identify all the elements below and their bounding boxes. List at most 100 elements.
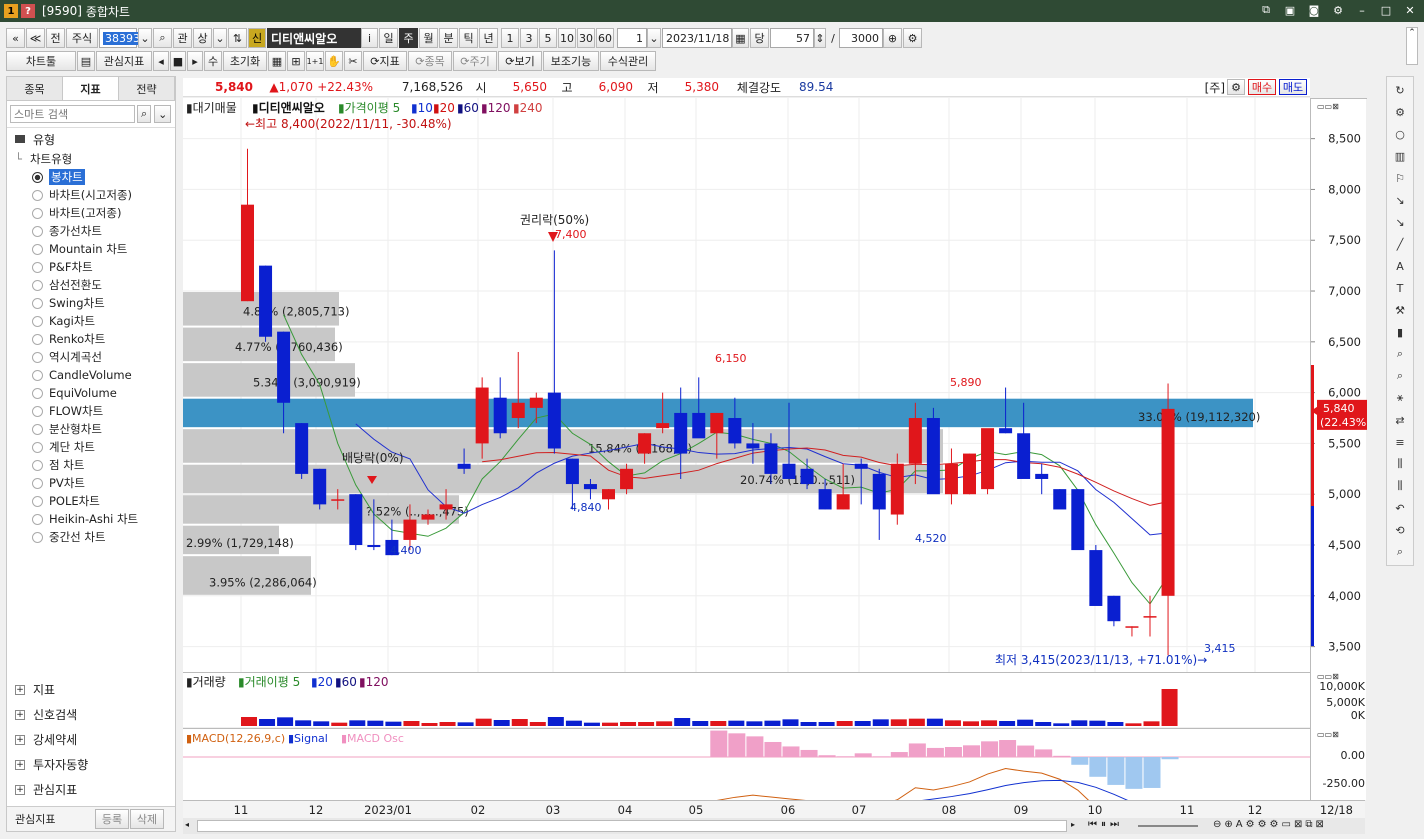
chart-type-item[interactable]: 봉차트 [7,168,175,186]
chart-type-item[interactable]: Swing차트 [7,294,175,312]
candle[interactable] [926,407,940,495]
group-item[interactable]: + 강세약세 [7,727,175,752]
drawing-tool-icon[interactable]: ⚐ [1391,169,1409,187]
gwan-button[interactable]: 관 [173,28,192,48]
grid-icon[interactable]: ▦ [268,51,286,71]
jongmok-button[interactable]: ⟳ 종목 [408,51,452,71]
drawing-tool-icon[interactable]: ⫼ [1391,455,1409,473]
help-icon[interactable]: ? [21,4,35,18]
sang-button[interactable]: 상 [193,28,212,48]
link-icon[interactable]: ⧉ [1258,2,1274,18]
num-60[interactable]: 60 [596,28,614,48]
radio-icon[interactable] [32,405,43,417]
candle[interactable] [313,468,327,510]
next-arrow-icon[interactable]: ▸ [187,51,203,71]
dang-button[interactable]: 당 [750,28,769,48]
drawing-tool-icon[interactable]: ⌕ [1391,345,1409,363]
candle[interactable] [1107,595,1121,627]
period-week[interactable]: 주 [399,28,418,48]
zoom-icon[interactable]: ⊕ [883,28,902,48]
volume-chart[interactable]: ▮거래량 ▮거래이평 5 ▮20 ▮60 ▮120 [183,672,1310,727]
save-icon[interactable]: ▣ [1282,2,1298,18]
period-day[interactable]: 일 [379,28,398,48]
drawing-tool-icon[interactable]: A [1391,257,1409,275]
drawing-tool-icon[interactable]: ↘ [1391,213,1409,231]
chart-type-item[interactable]: 종가선차트 [7,222,175,240]
market-select[interactable]: 주식 [66,28,98,48]
chart-type-item[interactable]: 역시계곡선 [7,348,175,366]
group-item[interactable]: + 지표 [7,677,175,702]
layout-icon[interactable]: ⊞ [287,51,305,71]
bogi-button[interactable]: ⟳ 보기 [498,51,542,71]
group-type[interactable]: 유형 [7,128,175,150]
gear-icon[interactable]: ⚙ [1330,2,1346,18]
playback-controls[interactable]: ⏮⏸⏭ [1088,819,1123,830]
scroll-thumb[interactable] [197,820,1067,832]
drawing-tool-icon[interactable]: ▥ [1391,147,1409,165]
search-icon[interactable]: ⌕ [137,105,152,123]
chart-type-item[interactable]: 분산형차트 [7,420,175,438]
drawing-tool-icon[interactable]: ⌕ [1391,543,1409,561]
candle[interactable] [1089,545,1103,606]
hand-icon[interactable]: ✋ [325,51,343,71]
num-3[interactable]: 3 [520,28,538,48]
drawing-tool-icon[interactable]: T [1391,279,1409,297]
camera-icon[interactable]: ◙ [1306,2,1322,18]
drawing-tool-icon[interactable]: ⌕ [1391,367,1409,385]
zoom-slider[interactable] [1138,825,1198,827]
expand-icon[interactable]: + [15,759,25,770]
radio-icon[interactable] [32,315,43,327]
chart-type-item[interactable]: EquiVolume [7,384,175,402]
drawing-tool-icon[interactable]: ↶ [1391,499,1409,517]
period-tick[interactable]: 틱 [459,28,478,48]
settings-icon[interactable]: ⚙ [903,28,922,48]
chevron-down-icon[interactable]: ⌄ [213,28,227,48]
num-10[interactable]: 10 [558,28,576,48]
radio-icon[interactable] [32,477,43,489]
candle[interactable] [602,489,615,510]
chart-type-item[interactable]: PV차트 [7,474,175,492]
chart-type-item[interactable]: 바차트(고저종) [7,204,175,222]
chart-type-item[interactable]: Kagi차트 [7,312,175,330]
drawing-tool-icon[interactable]: ⇄ [1391,411,1409,429]
group-item[interactable]: + 신호검색 [7,702,175,727]
chevron-down-icon[interactable]: ⌄ [138,28,152,48]
tab-jipyo[interactable]: 지표 [63,77,119,100]
date-input[interactable]: 2023/11/18 [662,28,732,48]
gwansim-button[interactable]: 관심지표 [96,51,152,71]
radio-icon[interactable] [32,351,43,363]
radio-icon[interactable] [32,441,43,453]
chart-tool-button[interactable]: 차트툴 [6,51,76,71]
price-chart[interactable]: 4.8?% (2,805,713) 4.77% (2,760,436) 5.34% … [183,98,1310,672]
chart-type-item[interactable]: 삼선전환도 [7,276,175,294]
chart-type-item[interactable]: POLE차트 [7,492,175,510]
radio-icon[interactable] [32,207,43,219]
candle[interactable] [1161,383,1175,656]
expand-icon[interactable]: + [15,784,25,795]
candle[interactable] [872,468,886,540]
candle[interactable] [241,148,254,302]
drawing-tool-icon[interactable]: ↘ [1391,191,1409,209]
period-month[interactable]: 월 [419,28,438,48]
drawing-tool-icon[interactable]: ╱ [1391,235,1409,253]
period-minute[interactable]: 분 [439,28,458,48]
candle[interactable] [1125,626,1139,637]
subgroup-chart-type[interactable]: └ 차트유형 [7,150,175,168]
candle[interactable] [890,453,904,525]
jipyo-button[interactable]: ⟳ 지표 [363,51,407,71]
jeon-button[interactable]: 전 [46,28,65,48]
chart-type-item[interactable]: P&F차트 [7,258,175,276]
panel-control-icon[interactable]: ▭▭⊠ [1317,102,1339,111]
chart-type-item[interactable]: FLOW차트 [7,402,175,420]
gear-icon[interactable]: ⚙ [1227,79,1245,95]
expand-icon[interactable]: + [15,709,25,720]
period-year[interactable]: 년 [479,28,498,48]
tab-jeonryak[interactable]: 전략 [119,77,175,100]
radio-icon[interactable] [32,333,43,345]
candle[interactable] [1143,595,1157,637]
candle[interactable] [511,351,525,429]
close-icon[interactable]: ✕ [1402,2,1418,18]
radio-icon[interactable] [32,369,43,381]
chart-type-item[interactable]: CandleVolume [7,366,175,384]
drawing-tool-icon[interactable]: ≡ [1391,433,1409,451]
